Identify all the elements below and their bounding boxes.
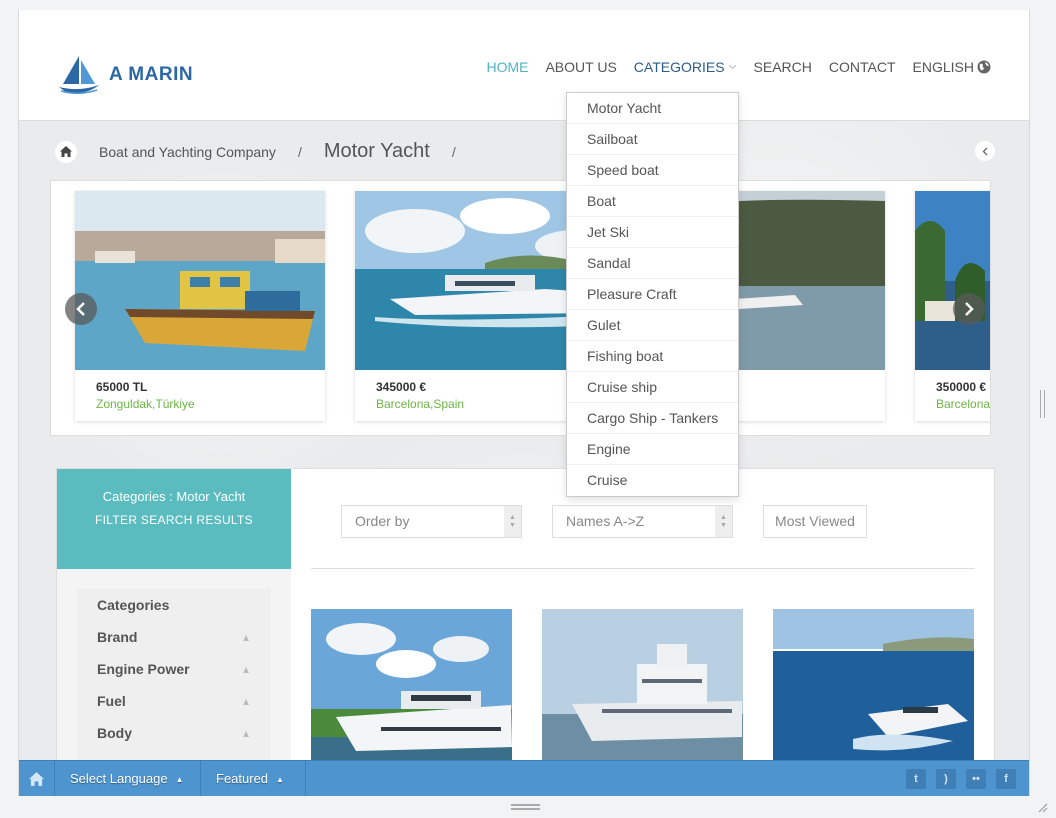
listing-price: 345000 €: [376, 380, 427, 394]
filter-categories[interactable]: Categories: [97, 597, 169, 613]
listing-price: 350000 €: [936, 380, 987, 394]
category-item-speed-boat[interactable]: Speed boat: [567, 155, 738, 186]
filter-body[interactable]: Body: [97, 725, 132, 741]
sort-name-select[interactable]: Names A->Z ▲ ▼: [552, 505, 733, 538]
breadcrumb: Boat and Yachting Company / Motor Yacht …: [55, 140, 456, 163]
site-header: A MARIN HOME ABOUT US CATEGORIES SEARCH …: [19, 10, 1029, 121]
globe-icon: [977, 60, 991, 74]
nav-categories[interactable]: CATEGORIES: [634, 59, 737, 75]
category-item-engine[interactable]: Engine: [567, 434, 738, 465]
listing-location[interactable]: Zonguldak,Türkiye: [96, 397, 195, 411]
featured-button[interactable]: Featured ▲: [201, 761, 306, 796]
category-item-sandal[interactable]: Sandal: [567, 248, 738, 279]
home-icon: [29, 771, 44, 786]
category-item-cargo-ship[interactable]: Cargo Ship - Tankers: [567, 403, 738, 434]
bottom-toolbar: Select Language ▲ Featured ▲ t ) •• f: [19, 760, 1029, 796]
category-item-gulet[interactable]: Gulet: [567, 310, 738, 341]
listing-thumbnail[interactable]: [311, 609, 512, 761]
chevron-left-icon: [982, 147, 988, 155]
listing-thumbnail[interactable]: [773, 609, 974, 761]
nav-categories-label: CATEGORIES: [633, 59, 725, 75]
listing-thumbnail[interactable]: [542, 609, 743, 761]
triangle-up-icon: ▲: [276, 775, 284, 785]
category-item-pleasure-craft[interactable]: Pleasure Craft: [567, 279, 738, 310]
nav-language-label: ENGLISH: [912, 59, 974, 75]
chevron-down-icon: [728, 64, 736, 70]
filter-brand[interactable]: Brand: [97, 629, 137, 645]
site-logo[interactable]: A MARIN: [57, 54, 193, 96]
sort-name-value: Names A->Z: [566, 513, 645, 529]
flickr-icon[interactable]: ••: [966, 769, 986, 789]
resize-grip-icon[interactable]: [1036, 801, 1048, 813]
breadcrumb-home[interactable]: [55, 140, 77, 163]
categories-dropdown: Motor Yacht Sailboat Speed boat Boat Jet…: [566, 92, 739, 497]
nav-about-us[interactable]: ABOUT US: [545, 59, 616, 75]
filter-fuel[interactable]: Fuel: [97, 693, 126, 709]
resize-handle-bottom[interactable]: [511, 804, 540, 810]
category-item-jet-ski[interactable]: Jet Ski: [567, 217, 738, 248]
triangle-up-icon[interactable]: ▲: [241, 633, 251, 644]
main-nav: HOME ABOUT US CATEGORIES SEARCH CONTACT …: [486, 59, 991, 75]
listing-price: 65000 TL: [96, 380, 148, 394]
triangle-up-icon: ▲: [175, 775, 184, 785]
twitter-icon[interactable]: t: [906, 769, 926, 789]
most-viewed-button[interactable]: Most Viewed: [763, 505, 867, 538]
listing-panel: Categories : Motor Yacht FILTER SEARCH R…: [56, 468, 995, 796]
filter-header: Categories : Motor Yacht FILTER SEARCH R…: [57, 469, 291, 569]
triangle-up-icon[interactable]: ▲: [241, 697, 251, 708]
order-by-value: Order by: [355, 513, 410, 529]
breadcrumb-separator: /: [451, 143, 456, 160]
listing-image: [75, 191, 325, 370]
resize-handle-right[interactable]: [1040, 390, 1045, 418]
browser-viewport: A MARIN HOME ABOUT US CATEGORIES SEARCH …: [18, 10, 1030, 796]
filter-subtitle: FILTER SEARCH RESULTS: [95, 513, 253, 527]
triangle-up-icon[interactable]: ▲: [241, 729, 251, 740]
spinner-icon: ▲ ▼: [504, 506, 521, 537]
listing-card[interactable]: 65000 TL Zonguldak,Türkiye: [75, 191, 325, 421]
breadcrumb-current: Motor Yacht: [323, 140, 430, 162]
nav-contact[interactable]: CONTACT: [829, 59, 896, 75]
spinner-icon: ▲ ▼: [715, 506, 732, 537]
nav-language[interactable]: ENGLISH: [913, 59, 991, 75]
chevron-right-icon: [965, 302, 974, 316]
select-language-button[interactable]: Select Language ▲: [55, 761, 201, 796]
toolbar-home-button[interactable]: [19, 761, 55, 796]
back-button[interactable]: [975, 141, 995, 161]
filter-engine-power[interactable]: Engine Power: [97, 661, 190, 677]
rss-icon[interactable]: ): [936, 769, 956, 789]
nav-home[interactable]: HOME: [486, 59, 528, 75]
featured-carousel: 65000 TL Zonguldak,Türkiye 345000 € Barc…: [50, 180, 991, 436]
category-item-sailboat[interactable]: Sailboat: [567, 124, 738, 155]
listing-image: [915, 191, 990, 370]
carousel-prev-button[interactable]: [65, 293, 97, 325]
home-icon: [60, 146, 72, 157]
nav-search[interactable]: SEARCH: [754, 59, 812, 75]
category-item-motor-yacht[interactable]: Motor Yacht: [567, 93, 738, 124]
divider: [311, 568, 975, 569]
category-item-cruise[interactable]: Cruise: [567, 465, 738, 496]
facebook-icon[interactable]: f: [996, 769, 1016, 789]
sailboat-logo-icon: [59, 56, 99, 94]
order-by-select[interactable]: Order by ▲ ▼: [341, 505, 522, 538]
filter-title: Categories : Motor Yacht: [102, 489, 246, 504]
breadcrumb-parent[interactable]: Boat and Yachting Company: [99, 144, 276, 160]
category-item-boat[interactable]: Boat: [567, 186, 738, 217]
listing-location[interactable]: Barcelona: [936, 397, 990, 411]
triangle-up-icon[interactable]: ▲: [241, 665, 251, 676]
select-language-label: Select Language: [70, 771, 168, 786]
brand-name: A MARIN: [109, 64, 194, 85]
listing-location[interactable]: Barcelona,Spain: [376, 397, 464, 411]
category-item-fishing-boat[interactable]: Fishing boat: [567, 341, 738, 372]
carousel-next-button[interactable]: [953, 293, 985, 325]
breadcrumb-separator: /: [297, 143, 302, 160]
chevron-left-icon: [76, 302, 85, 316]
featured-label: Featured: [216, 771, 269, 786]
category-item-cruise-ship[interactable]: Cruise ship: [567, 372, 738, 403]
